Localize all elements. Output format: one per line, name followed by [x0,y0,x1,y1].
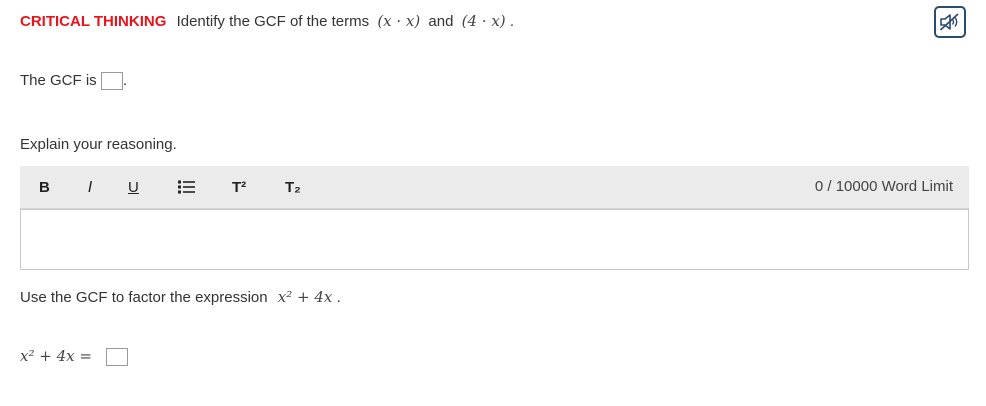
critical-thinking-label: CRITICAL THINKING [20,13,167,30]
gcf-label: The GCF is [20,72,97,89]
italic-button[interactable]: I [88,177,92,197]
gcf-end: . [122,72,128,89]
bulleted-list-icon [178,180,195,194]
factor-expression: x² + 4x [277,288,333,306]
factor-prompt-line: Use the GCF to factor the expression x² … [20,288,341,306]
question-text: Identify the GCF of the terms [176,13,370,30]
subscript-button[interactable]: T₂ [285,177,301,197]
editor-toolbar: B I U T² T₂ 0 / 10000 Word Limit [20,166,969,209]
underline-button[interactable]: U [128,177,139,197]
question-end: . [509,13,514,30]
bulleted-list-button[interactable] [178,177,196,197]
factor-end: . [336,289,341,306]
factor-answer-line: x² + 4x = [20,347,129,367]
bold-button[interactable]: B [39,177,50,197]
word-limit-counter: 0 / 10000 Word Limit [814,178,953,195]
superscript-button[interactable]: T² [232,177,246,197]
term-2: (4 · x) [461,12,506,30]
factor-equation-lhs: x² + 4x = [20,347,92,365]
explain-prompt: Explain your reasoning. [20,136,177,153]
gcf-answer-box[interactable] [100,72,123,91]
question-connector: and [428,13,454,30]
audio-button[interactable] [934,6,966,38]
question-line: CRITICAL THINKING Identify the GCF of th… [20,12,514,30]
term-1: (x · x) [377,12,421,30]
factor-answer-box[interactable] [106,348,129,367]
reasoning-editor[interactable] [20,209,969,270]
speaker-muted-icon [939,13,959,31]
gcf-line: The GCF is . [20,72,128,91]
factor-prompt: Use the GCF to factor the expression [20,289,268,306]
